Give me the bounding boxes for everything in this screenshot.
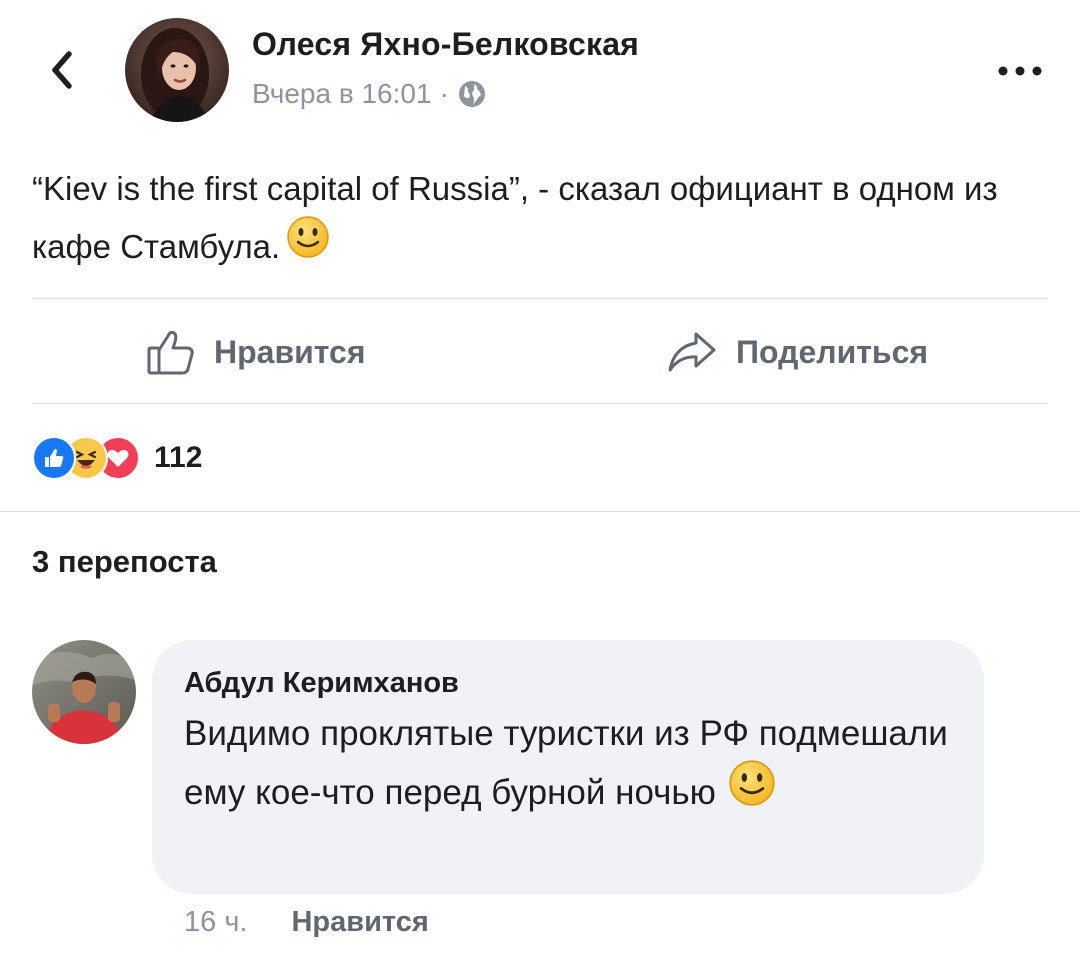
section-divider	[0, 511, 1080, 512]
globe-icon	[457, 79, 487, 109]
smiley-emoji-icon	[728, 759, 776, 824]
post-timestamp[interactable]: Вчера в 16:01	[252, 78, 432, 110]
divider	[32, 403, 1048, 404]
shares-count[interactable]: 3 перепоста	[32, 544, 217, 580]
post-text-content: “Kiev is the first capital of Russia”, -…	[32, 170, 998, 265]
reaction-count: 112	[154, 441, 203, 474]
comment-author[interactable]: Абдул Керимханов	[184, 666, 954, 700]
like-reaction-icon	[32, 436, 76, 480]
meta-separator: ·	[439, 78, 449, 109]
more-options-button[interactable]	[990, 56, 1050, 86]
author-name[interactable]: Олеся Яхно-Белковская	[252, 26, 639, 63]
post-text: “Kiev is the first capital of Russia”, -…	[32, 160, 1042, 280]
chevron-left-icon	[52, 51, 72, 89]
like-button[interactable]: Нравится	[146, 320, 366, 384]
comment-bubble[interactable]: Абдул Керимханов Видимо проклятые турист…	[152, 640, 984, 894]
like-label: Нравится	[214, 333, 366, 370]
reaction-icons	[32, 436, 140, 480]
comment-like-button[interactable]: Нравится	[291, 906, 428, 939]
author-avatar[interactable]	[125, 18, 229, 122]
share-button[interactable]: Поделиться	[666, 320, 928, 384]
commenter-avatar[interactable]	[32, 640, 136, 744]
share-label: Поделиться	[736, 333, 929, 370]
post-meta: Вчера в 16:01 ·	[252, 74, 487, 114]
thumbs-up-icon	[147, 330, 194, 375]
comment-text: Видимо проклятые туристки из РФ подмешал…	[184, 706, 964, 827]
comment-footer: 16 ч. Нравится	[184, 900, 429, 944]
reactions-summary[interactable]: 112	[32, 436, 202, 480]
comment-text-content: Видимо проклятые туристки из РФ подмешал…	[184, 714, 948, 812]
back-button[interactable]	[40, 48, 84, 92]
ellipsis-icon	[998, 66, 1042, 76]
smiley-emoji-icon	[286, 215, 330, 277]
comment-time[interactable]: 16 ч.	[184, 906, 247, 939]
share-arrow-icon	[668, 332, 716, 372]
divider	[32, 298, 1048, 299]
